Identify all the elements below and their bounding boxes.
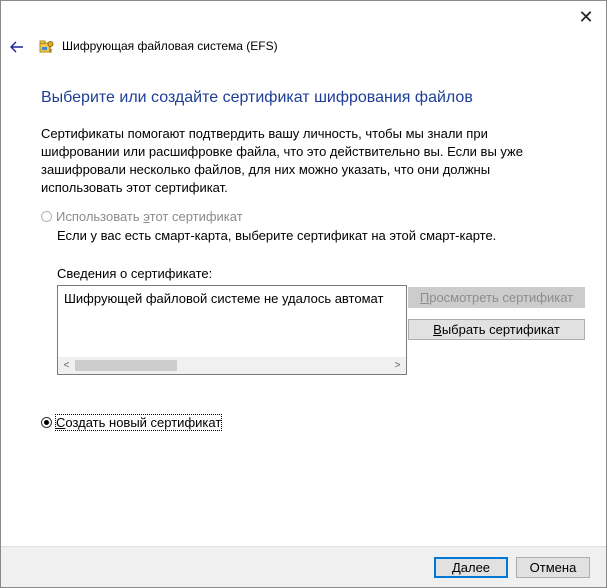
scroll-right-icon[interactable]: > bbox=[389, 357, 406, 374]
button-bar: Далее Отмена bbox=[1, 546, 606, 587]
create-new-cert-label: Создать новый сертификат bbox=[54, 414, 223, 431]
next-button[interactable]: Далее bbox=[434, 557, 508, 578]
close-button[interactable]: ✕ bbox=[569, 3, 603, 31]
scrollbar-thumb[interactable] bbox=[75, 360, 177, 371]
back-arrow-icon bbox=[10, 41, 23, 53]
create-new-cert-radio[interactable]: Создать новый сертификат bbox=[41, 414, 223, 431]
window-title: Шифрующая файловая система (EFS) bbox=[62, 39, 278, 53]
radio-button-checked-icon bbox=[41, 417, 52, 428]
select-certificate-button[interactable]: Выбрать сертификат bbox=[408, 319, 585, 340]
certificate-info-label: Сведения о сертификате: bbox=[57, 266, 213, 281]
page-heading: Выберите или создайте сертификат шифрова… bbox=[41, 89, 473, 106]
view-certificate-button[interactable]: Просмотреть сертификат bbox=[408, 287, 585, 308]
cancel-button[interactable]: Отмена bbox=[516, 557, 590, 578]
use-existing-cert-label: Использовать этот сертификат bbox=[56, 209, 243, 224]
close-icon: ✕ bbox=[578, 6, 594, 27]
efs-wizard-window: ✕ Шифрующая файловая система (EFS) Выбер… bbox=[0, 0, 607, 588]
smart-card-hint: Если у вас есть смарт-карта, выберите се… bbox=[57, 228, 497, 243]
horizontal-scrollbar[interactable]: < > bbox=[58, 357, 406, 374]
radio-button-icon bbox=[41, 211, 52, 222]
certificate-info-box[interactable]: Шифрующей файловой системе не удалось ав… bbox=[57, 285, 407, 375]
description-text: Сертификаты помогают подтвердить вашу ли… bbox=[41, 126, 523, 195]
scroll-left-icon[interactable]: < bbox=[58, 357, 75, 374]
efs-key-icon bbox=[39, 40, 54, 53]
use-existing-cert-radio[interactable]: Использовать этот сертификат bbox=[41, 209, 243, 224]
certificate-info-text: Шифрующей файловой системе не удалось ав… bbox=[64, 291, 384, 306]
back-button[interactable] bbox=[7, 37, 27, 57]
